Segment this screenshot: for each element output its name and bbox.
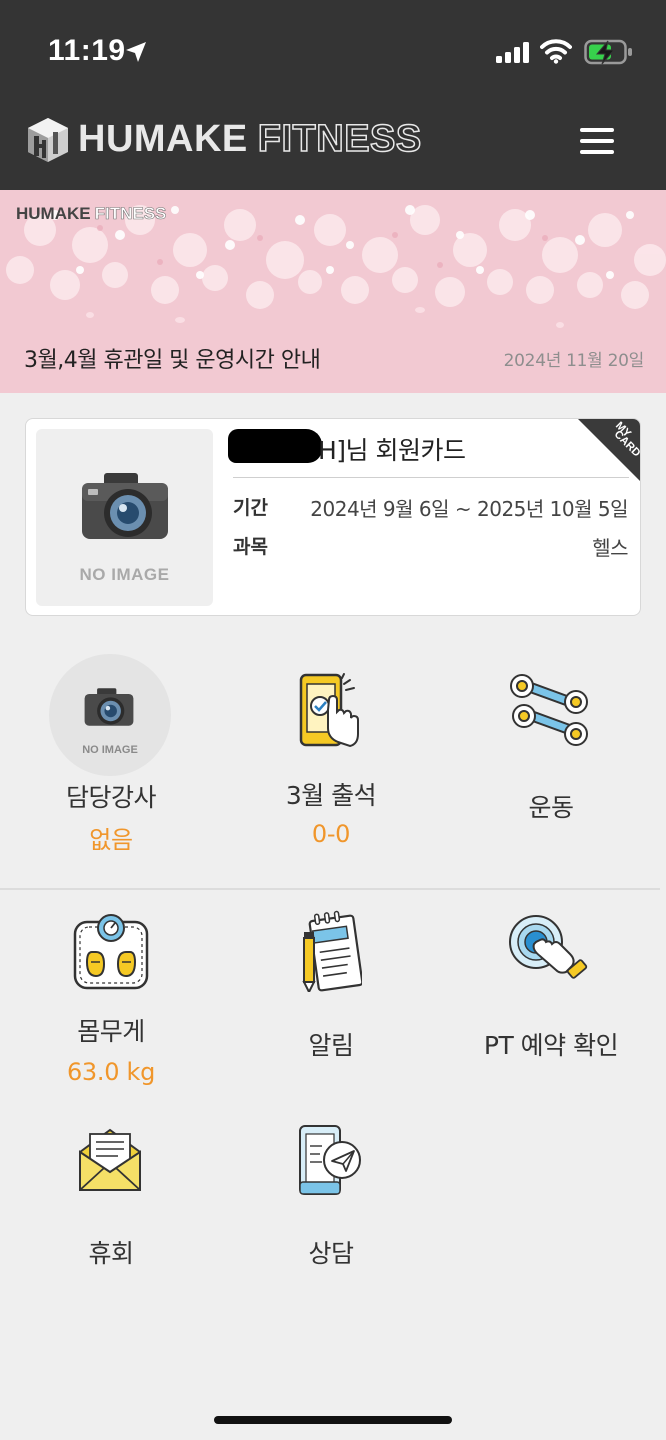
section-divider (0, 888, 660, 890)
banner-logo-light: FITNESS (94, 204, 167, 224)
card-divider (233, 477, 629, 478)
no-image-label: NO IMAGE (79, 565, 170, 584)
pt-booking-button[interactable]: PT 예약 확인 (440, 908, 662, 1098)
phone-message-icon (299, 1125, 361, 1195)
member-card[interactable]: NO IMAGE H]님 회원카드 기간 2024년 9월 6일 ~ 2025년… (25, 418, 641, 616)
scale-icon (73, 914, 149, 990)
notice-banner[interactable]: HUMAKE FITNESS 3월,4월 휴관일 및 운영시간 안내 2024년 … (0, 190, 666, 393)
exercise-label: 운동 (528, 793, 574, 822)
pt-booking-label: PT 예약 확인 (483, 1031, 619, 1060)
leave-button[interactable]: 휴회 (0, 1124, 222, 1274)
banner-logo-bold: HUMAKE (16, 204, 91, 223)
period-value: 2024년 9월 6일 ~ 2025년 10월 5일 (310, 497, 628, 521)
notepad-pencil-icon (302, 910, 362, 992)
wifi-icon (540, 39, 572, 64)
consult-button[interactable]: 상담 (220, 1124, 442, 1274)
attendance-phone-icon (299, 673, 359, 748)
weight-button[interactable]: 몸무게 63.0 kg (0, 908, 222, 1098)
subject-value: 헬스 (592, 536, 628, 560)
camera-icon (84, 688, 134, 726)
notice-button[interactable]: 알림 (220, 908, 442, 1098)
weight-value: 63.0 kg (66, 1058, 156, 1086)
camera-icon (82, 473, 168, 539)
consult-label: 상담 (308, 1239, 354, 1268)
cellular-signal-icon (496, 42, 529, 63)
trainer-no-image-label: NO IMAGE (82, 744, 138, 756)
subject-label: 과목 (233, 536, 268, 558)
notice-label: 알림 (308, 1031, 354, 1060)
battery-charging-icon (584, 39, 632, 65)
banner-logo: HUMAKE FITNESS (16, 204, 167, 224)
status-bar: 11:19 (0, 0, 666, 100)
humake-logo-icon (28, 118, 68, 162)
attendance-value: 0-0 (311, 820, 351, 848)
member-photo: NO IMAGE (36, 429, 213, 606)
logo-text-bold: HUMAKE (78, 118, 248, 160)
logo-text-light: FITNESS (257, 117, 422, 161)
dumbbell-icon (510, 674, 588, 746)
envelope-letter-icon (79, 1128, 141, 1191)
trainer-avatar: NO IMAGE (49, 654, 171, 776)
banner-date: 2024년 11월 20일 (503, 351, 645, 371)
member-card-title: H]님 회원카드 (318, 436, 466, 465)
home-indicator[interactable] (214, 1416, 452, 1424)
touch-button-icon (509, 915, 588, 979)
status-time: 11:19 (48, 34, 126, 67)
location-arrow-icon (126, 42, 146, 62)
app-header: HUMAKE FITNESS (0, 100, 666, 190)
trainer-value: 없음 (89, 826, 133, 854)
attendance-label: 3월 출석 (285, 781, 377, 810)
redacted-name (228, 429, 322, 463)
my-card-ribbon: MY CARD (578, 419, 640, 481)
period-label: 기간 (233, 497, 268, 519)
banner-title: 3월,4월 휴관일 및 운영시간 안내 (24, 348, 321, 373)
leave-label: 휴회 (88, 1239, 134, 1268)
trainer-label: 담당강사 (65, 783, 157, 812)
weight-label: 몸무게 (77, 1017, 145, 1046)
exercise-button[interactable]: 운동 (440, 650, 662, 860)
app-logo-text[interactable]: HUMAKE FITNESS (78, 117, 422, 161)
trainer-button[interactable]: NO IMAGE 담당강사 없음 (0, 650, 222, 860)
attendance-button[interactable]: 3월 출석 0-0 (220, 650, 442, 860)
hamburger-menu-icon[interactable] (580, 128, 616, 158)
